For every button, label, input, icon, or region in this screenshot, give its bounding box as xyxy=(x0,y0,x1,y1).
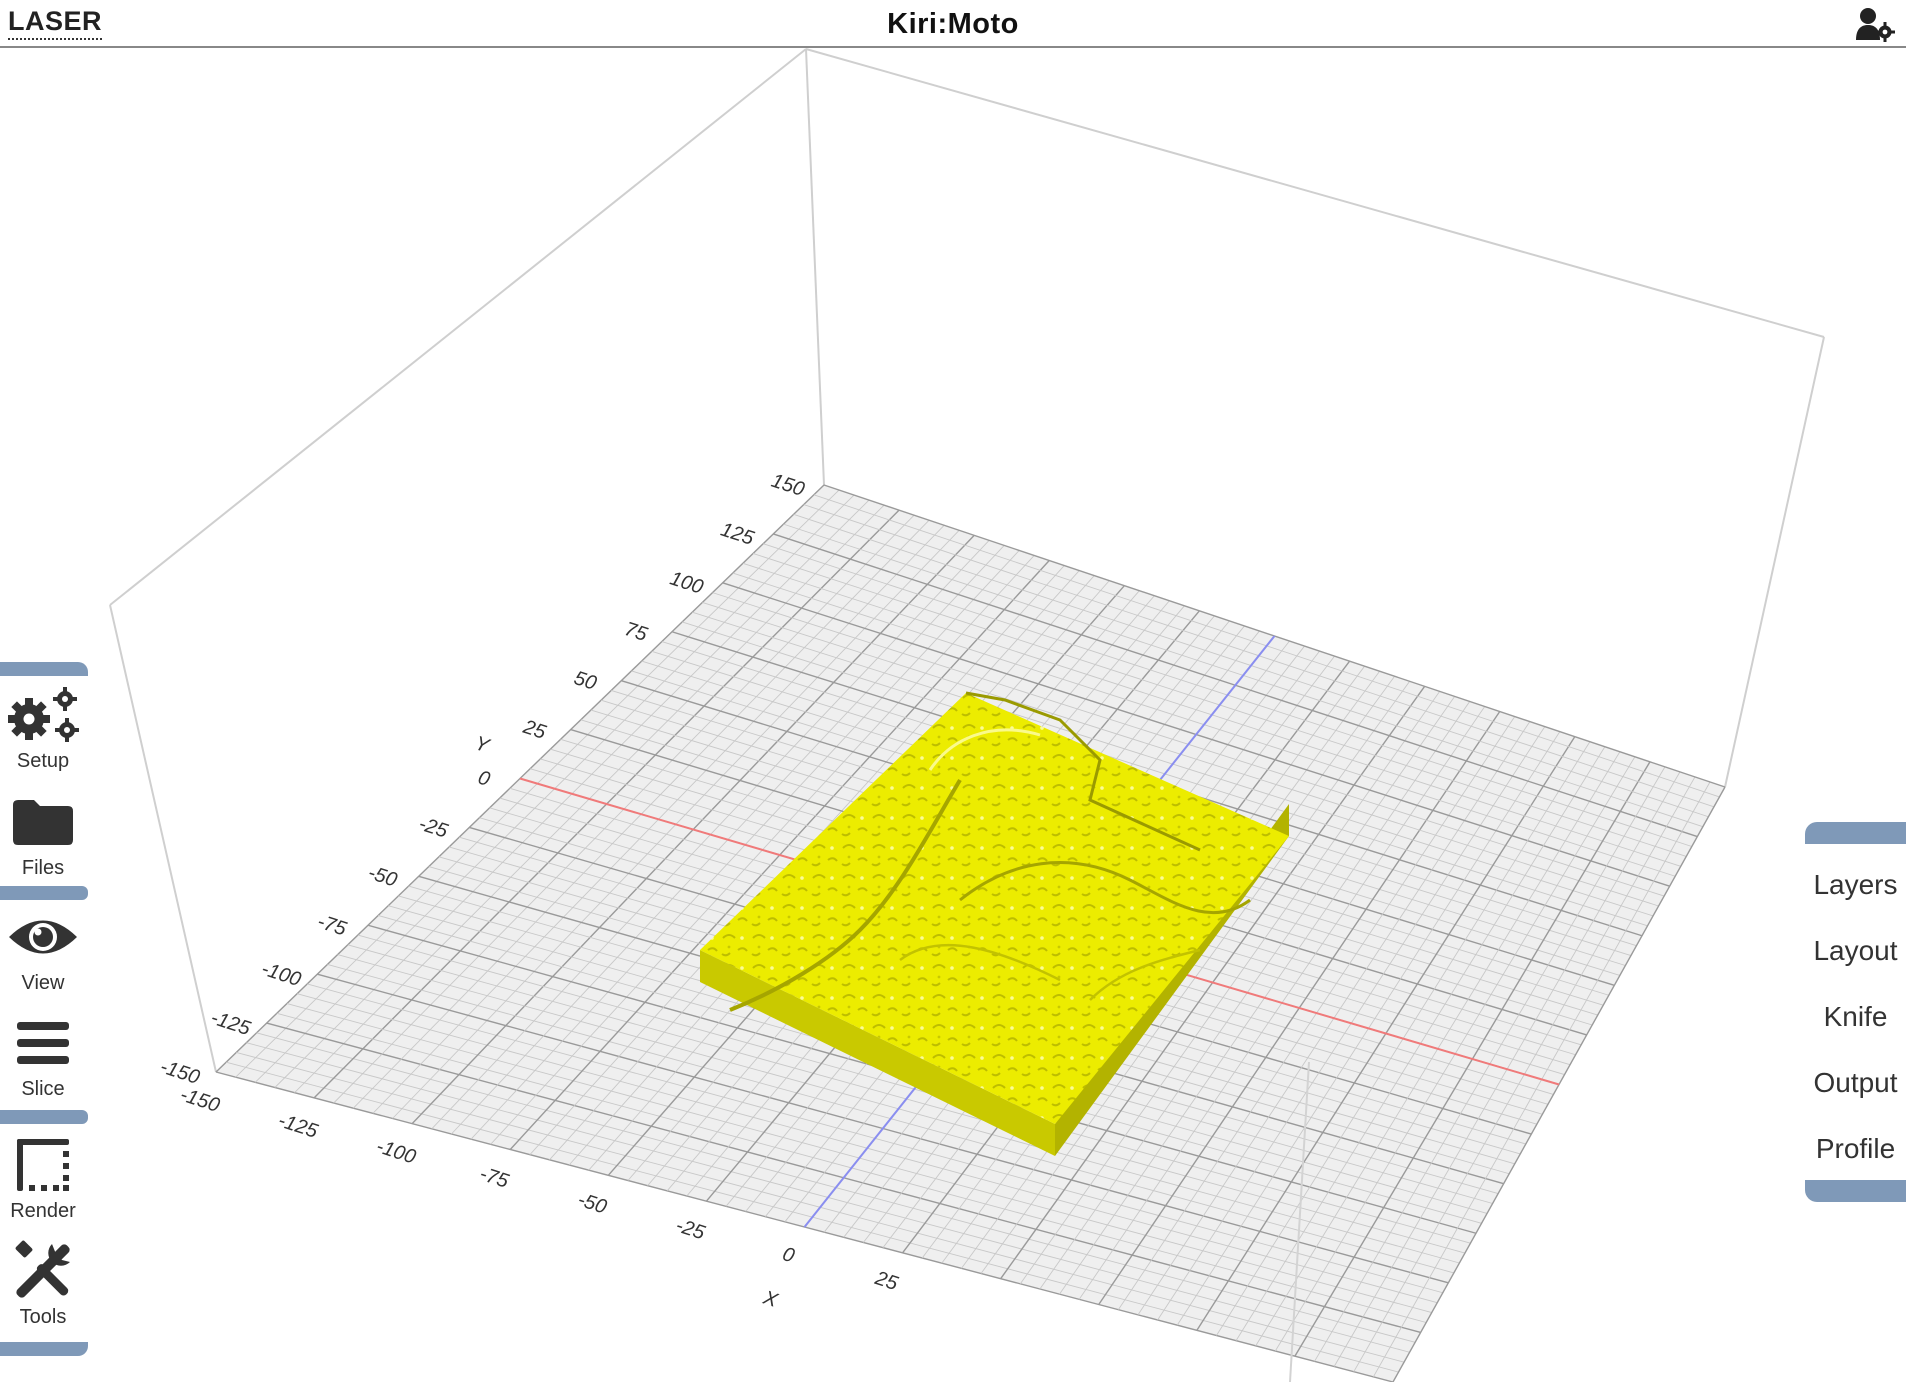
x-tick-label: -100 xyxy=(374,1135,419,1168)
slice-label: Slice xyxy=(21,1078,65,1100)
y-axis-letter: Y xyxy=(472,732,493,758)
right-menu-top-cap xyxy=(1805,822,1906,844)
toolbar-bottom-cap xyxy=(0,1342,88,1356)
x-tick-label: -50 xyxy=(575,1189,609,1219)
y-tick-label: 0 xyxy=(475,767,492,791)
folder-icon xyxy=(0,791,86,853)
toolbar-separator xyxy=(0,1110,88,1124)
view-button[interactable]: View xyxy=(0,900,86,1004)
device-mode-selector[interactable]: LASER xyxy=(8,6,103,40)
slice-button[interactable]: Slice xyxy=(0,1006,86,1110)
y-tick-label: -100 xyxy=(259,958,304,991)
bars-icon xyxy=(0,1012,86,1074)
toolbar-top-cap xyxy=(0,662,88,676)
y-tick-label: 50 xyxy=(571,667,599,695)
x-tick-label: -150 xyxy=(177,1084,222,1117)
x-axis-letter: X xyxy=(760,1286,781,1312)
user-settings-icon[interactable] xyxy=(1856,6,1896,42)
render-frame-icon xyxy=(0,1134,86,1196)
toolbar-separator xyxy=(0,886,88,900)
right-menu: Layers Layout Knife Output Profile xyxy=(1805,822,1906,1206)
x-tick-label: -25 xyxy=(673,1215,708,1245)
menu-output[interactable]: Output xyxy=(1805,1058,1906,1108)
y-tick-label: 75 xyxy=(622,618,651,646)
render-label: Render xyxy=(10,1200,76,1222)
eye-icon xyxy=(0,906,86,968)
y-tick-label: -150 xyxy=(157,1056,202,1089)
x-tick-label: 25 xyxy=(872,1267,902,1295)
files-label: Files xyxy=(21,857,65,879)
files-button[interactable]: Files xyxy=(0,785,86,889)
x-tick-label: -125 xyxy=(276,1109,322,1143)
right-menu-bottom-cap xyxy=(1805,1180,1906,1202)
y-tick-label: -50 xyxy=(365,862,399,892)
y-tick-label: -75 xyxy=(315,911,350,941)
x-tick-label: -75 xyxy=(477,1163,512,1193)
menu-knife[interactable]: Knife xyxy=(1805,992,1906,1042)
menu-profile[interactable]: Profile xyxy=(1805,1124,1906,1174)
x-tick-label: 0 xyxy=(780,1243,797,1267)
view-label: View xyxy=(21,972,65,994)
setup-label: Setup xyxy=(16,750,70,772)
tools-icon xyxy=(0,1240,86,1302)
tools-label: Tools xyxy=(19,1306,67,1328)
y-tick-label: 125 xyxy=(718,519,757,551)
y-tick-label: -25 xyxy=(416,813,451,843)
y-tick-label: 25 xyxy=(520,716,550,744)
setup-button[interactable]: Setup xyxy=(0,678,86,782)
y-tick-label: -125 xyxy=(208,1007,254,1041)
y-tick-label: 100 xyxy=(667,568,706,599)
gears-icon xyxy=(0,684,86,746)
3d-viewport[interactable]: -150 -125 -100 -75 -50 -25 0 25 -150 -125 -100 -75-… xyxy=(0,48,1906,1382)
app-title: Kiri:Moto xyxy=(0,8,1906,41)
menu-layout[interactable]: Layout xyxy=(1805,926,1906,976)
y-tick-label: 150 xyxy=(769,470,808,501)
top-bar: LASER Kiri:Moto xyxy=(0,0,1906,48)
tools-button[interactable]: Tools xyxy=(0,1234,86,1338)
menu-layers[interactable]: Layers xyxy=(1805,860,1906,910)
app-title-text: Kiri:Moto xyxy=(887,8,1019,40)
render-button[interactable]: Render xyxy=(0,1128,86,1232)
